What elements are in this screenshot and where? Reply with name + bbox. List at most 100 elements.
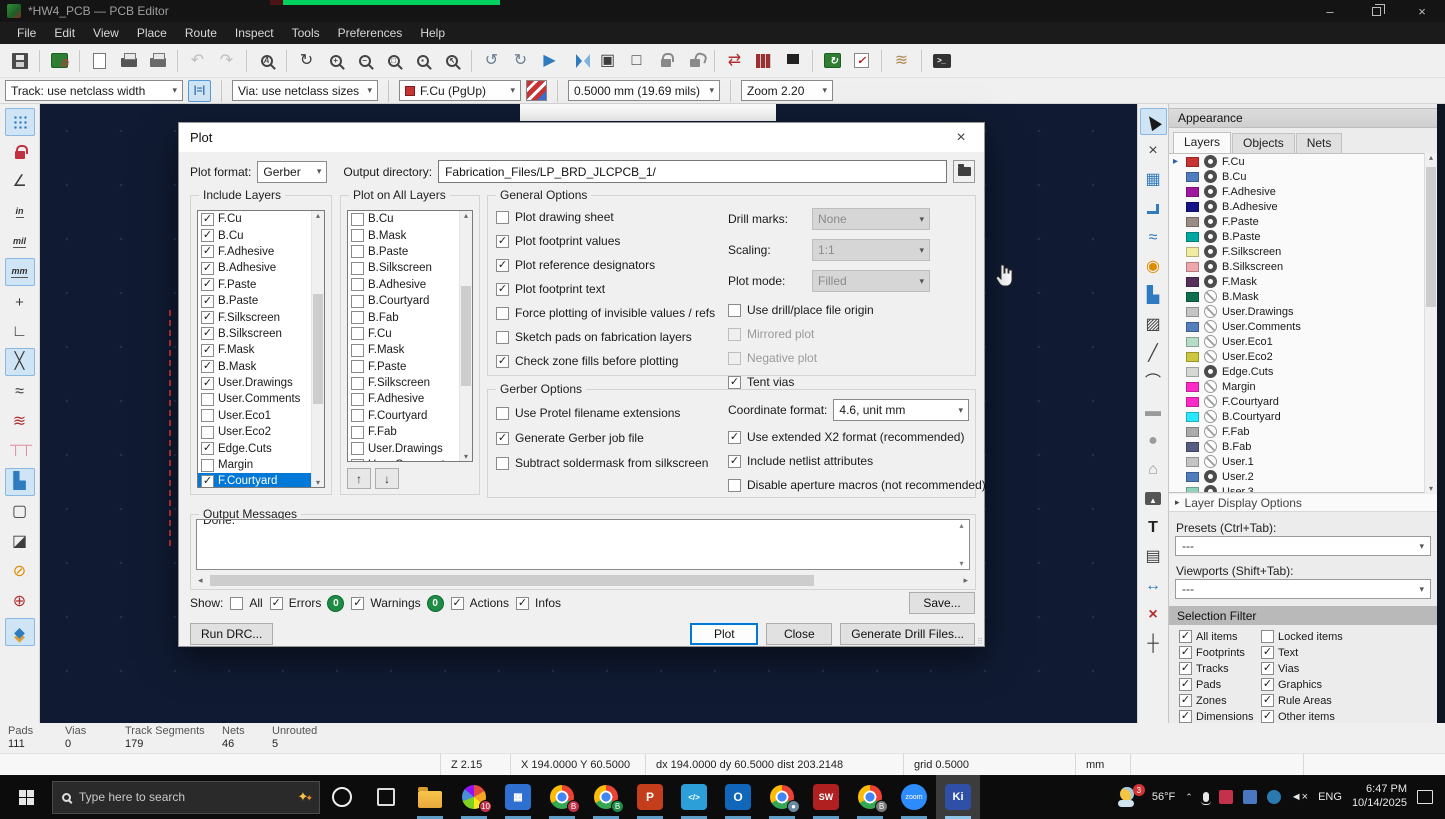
pad-net-names-icon[interactable]: ⊤⊤ — [5, 438, 35, 466]
visibility-eye-off-icon[interactable] — [1204, 440, 1217, 453]
vertical-scrollbar[interactable]: ▴▾ — [955, 521, 968, 568]
layer-color-swatch[interactable] — [1186, 292, 1199, 302]
layer-row[interactable]: F.Silkscreen — [1169, 244, 1437, 259]
layer-color-swatch[interactable] — [1186, 412, 1199, 422]
layer-row[interactable]: ✓B.Mask — [198, 359, 324, 375]
layer-color-swatch[interactable] — [1186, 157, 1199, 167]
layer-row[interactable]: User.1 — [1169, 454, 1437, 469]
layer-color-swatch[interactable] — [1186, 322, 1199, 332]
selection-filter-item[interactable]: ✓All items — [1179, 630, 1261, 643]
layer-row[interactable]: B.Fab — [348, 309, 472, 325]
layer-row[interactable]: ✓B.Paste — [198, 293, 324, 309]
scroll-up-icon[interactable]: ▴ — [959, 521, 963, 530]
layer-row[interactable]: B.Paste — [348, 244, 472, 260]
rotate-cw-icon[interactable]: ↻ — [507, 47, 534, 74]
add-rule-area-icon[interactable]: ▨ — [1140, 311, 1167, 338]
checkbox[interactable] — [1261, 630, 1274, 643]
net-color-mode-icon[interactable]: ≋ — [5, 408, 35, 436]
layer-row[interactable]: ✓F.Paste — [198, 277, 324, 293]
lock-icon[interactable] — [652, 47, 679, 74]
general-option[interactable]: Plot drawing sheet — [496, 210, 715, 224]
checkbox[interactable]: ✓ — [201, 278, 214, 291]
checkbox[interactable] — [351, 262, 364, 275]
checkbox[interactable]: ✓ — [201, 245, 214, 258]
layer-color-swatch[interactable] — [1186, 472, 1199, 482]
select-icon[interactable] — [1140, 108, 1167, 135]
selection-filter-item[interactable]: ✓Rule Areas — [1261, 694, 1433, 707]
layer-row[interactable]: B.Mask — [348, 227, 472, 243]
taskbar-chrome-profile-red[interactable]: B — [540, 775, 584, 819]
crosshair-cursor-icon[interactable]: + — [5, 288, 35, 316]
close-button[interactable]: × — [1399, 0, 1445, 22]
draw-circle-icon[interactable]: ● — [1140, 427, 1167, 454]
tab-layers[interactable]: Layers — [1173, 132, 1231, 153]
horizontal-scrollbar[interactable]: ◂▸ — [196, 574, 970, 587]
layer-color-swatch[interactable] — [1186, 247, 1199, 257]
highlight-net-icon[interactable]: × — [1140, 137, 1167, 164]
checkbox[interactable]: ✓ — [201, 213, 214, 226]
list-scrollbar[interactable]: ▴▾ — [459, 211, 472, 461]
plot-button[interactable]: Plot — [690, 623, 758, 645]
layer-row[interactable]: User.Drawings — [348, 440, 472, 456]
layer-row[interactable]: B.Cu — [348, 211, 472, 227]
taskbar-powerpoint[interactable]: P — [628, 775, 672, 819]
scroll-up-icon[interactable]: ▴ — [1429, 153, 1433, 162]
checkbox[interactable] — [496, 457, 509, 470]
checkbox[interactable]: ✓ — [1179, 662, 1192, 675]
menu-route[interactable]: Route — [176, 23, 226, 43]
layer-row[interactable]: F.Paste — [348, 359, 472, 375]
scroll-down-icon[interactable]: ▾ — [959, 559, 963, 568]
checkbox[interactable]: ✓ — [1261, 694, 1274, 707]
scrollbar-thumb[interactable] — [313, 294, 323, 404]
selection-filter-item[interactable]: ✓Tracks — [1179, 662, 1261, 675]
layer-color-swatch[interactable] — [1186, 382, 1199, 392]
set-grid-origin-icon[interactable]: ┼ — [1140, 630, 1167, 657]
add-image-icon[interactable]: ▲ — [1140, 485, 1167, 512]
plot-dialog-titlebar[interactable]: Plot × — [179, 123, 984, 152]
checkbox[interactable]: ✓ — [201, 442, 214, 455]
gerber-option[interactable]: Use Protel filename extensions — [496, 406, 708, 420]
general-option[interactable]: ✓Plot reference designators — [496, 258, 715, 272]
layer-row[interactable]: F.Paste — [1169, 214, 1437, 229]
checkbox[interactable]: ✓ — [201, 377, 214, 390]
layer-row[interactable]: Margin — [198, 457, 324, 473]
taskbar-chrome-profile-gray[interactable]: B — [848, 775, 892, 819]
layer-row[interactable]: ✓F.Courtyard — [198, 473, 324, 488]
add-footprint-icon[interactable]: ▦ — [1140, 166, 1167, 193]
units-mm-icon[interactable]: mm — [5, 258, 35, 286]
visibility-eye-icon[interactable] — [1204, 185, 1217, 198]
run-drc-button[interactable]: Run DRC... — [190, 623, 273, 645]
via-outline-mode-icon[interactable]: ⊕ — [5, 588, 35, 616]
selection-filter-item[interactable]: ✓Graphics — [1261, 678, 1433, 691]
dialog-close-button[interactable]: × — [938, 123, 984, 152]
taskbar-kicad[interactable]: Ki — [936, 775, 980, 819]
checkbox[interactable]: ✓ — [496, 235, 509, 248]
checkbox[interactable]: ✓ — [728, 455, 741, 468]
browse-directory-button[interactable] — [953, 160, 975, 183]
layer-row[interactable]: B.Courtyard — [1169, 409, 1437, 424]
layer-row[interactable]: F.Mask — [348, 342, 472, 358]
checkbox[interactable]: ✓ — [201, 229, 214, 242]
checkbox[interactable] — [496, 407, 509, 420]
layer-color-swatch[interactable] — [1186, 217, 1199, 227]
checkbox[interactable]: ✓ — [1261, 710, 1274, 723]
taskbar-chrome-profile-avatar[interactable]: ● — [760, 775, 804, 819]
tray-contact-icon[interactable] — [1243, 790, 1257, 804]
minimize-button[interactable]: – — [1307, 0, 1353, 22]
taskbar-chrome-profile-green[interactable]: B — [584, 775, 628, 819]
selection-filter-item[interactable]: ✓Pads — [1179, 678, 1261, 691]
scroll-down-icon[interactable]: ▾ — [316, 478, 320, 487]
general-option[interactable]: ✓Check zone fills before plotting — [496, 354, 715, 368]
scripting-console-icon[interactable]: >_ — [928, 47, 955, 74]
layer-row[interactable]: ✓B.Cu — [198, 227, 324, 243]
general-option[interactable]: Use drill/place file origin — [728, 303, 967, 317]
zone-fill-mode-icon[interactable]: ▙ — [5, 468, 35, 496]
menu-inspect[interactable]: Inspect — [226, 23, 283, 43]
checkbox[interactable] — [351, 327, 364, 340]
scroll-down-icon[interactable]: ▾ — [1429, 484, 1433, 493]
checkbox[interactable] — [351, 360, 364, 373]
layer-row[interactable]: F.Adhesive — [1169, 184, 1437, 199]
layer-color-swatch[interactable] — [1186, 202, 1199, 212]
flip-board-view-icon[interactable]: ▶ — [536, 47, 563, 74]
checkbox[interactable] — [230, 597, 243, 610]
